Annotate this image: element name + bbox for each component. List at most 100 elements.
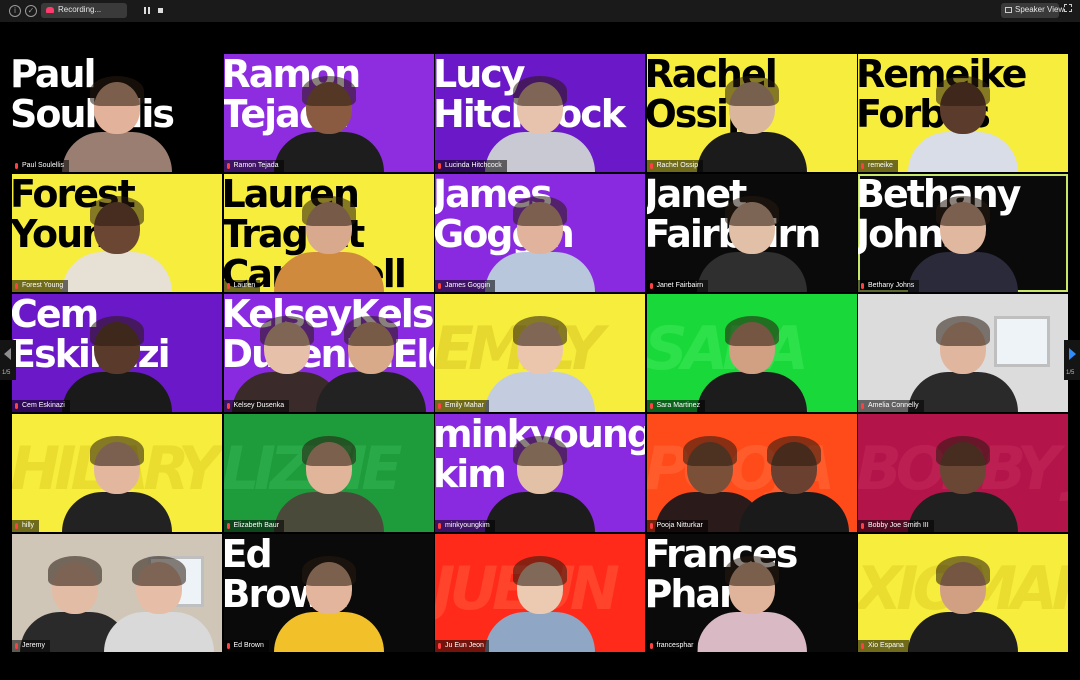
participant-name-label: Cem Eskinazi [12,400,70,412]
participant-name-label: Bethany Johns [858,280,920,292]
recording-indicator: Recording... [41,3,163,18]
participant-tile[interactable]: Rachel Ossip Rachel Ossip [646,54,857,172]
participant-tile[interactable]: minkyoung kim minkyoungkim [435,414,645,532]
participant-tile[interactable]: Jeremy [12,534,222,652]
muted-mic-icon [649,283,653,289]
muted-mic-icon [649,523,653,529]
participant-tile[interactable]: HILARYhilly [12,414,222,532]
muted-mic-icon [649,403,653,409]
participant-name-label: hilly [12,520,40,532]
participant-name-label: Elizabeth Baur [223,520,285,532]
recording-label: Recording... [58,5,102,14]
participant-gallery: Paul Soulellis Paul Soulellis Ramon Tejada… [12,54,1068,654]
speaker-view-label: Speaker View [1015,5,1065,14]
participant-video [738,432,849,532]
participant-tile[interactable]: KelseyKelsey DusenkaElderKelsey Dusenka [223,294,434,412]
participant-name: Bobby Joe Smith III [868,522,929,529]
participant-name: Emily Mahar [445,402,484,409]
participant-tile[interactable]: SARA Sara Martinez [646,294,857,412]
participant-name-label: francesphar [646,640,699,652]
participant-video [273,192,384,292]
participant-tile[interactable]: Forest Young Forest Young [12,174,222,292]
shield-icon[interactable]: ✓ [25,5,37,17]
participant-tile[interactable]: Lauren Tragott CampbellLauren [223,174,434,292]
participant-video [62,432,172,532]
muted-mic-icon [15,403,18,409]
participant-name-label: Forest Young [12,280,69,292]
speaker-view-button[interactable]: Speaker View [1001,3,1064,18]
participant-video [273,552,384,652]
participant-video [104,552,214,652]
participant-name-label: Xio Espana [858,640,909,652]
muted-mic-icon [438,163,441,169]
muted-mic-icon [15,163,18,169]
previous-page-button[interactable]: 1/5 [0,340,16,380]
participant-tile[interactable]: EMILYEmily Mahar [435,294,645,412]
participant-video [485,312,595,412]
participant-tile[interactable]: Amelia Connelly [858,294,1068,412]
participant-tile[interactable]: XIOMARAXio Espana [858,534,1068,652]
recording-cloud-icon [46,7,54,13]
participant-name: Forest Young [22,282,64,289]
participant-name-label: Kelsey Dusenka [223,400,290,412]
participant-tile[interactable]: Remeike Forbes remeike [858,54,1068,172]
meeting-toolbar: i ✓ Recording... Speaker View [0,0,1080,22]
participant-tile[interactable]: Cem Eskinazi Cem Eskinazi [12,294,222,412]
participant-name-label: James Goggin [435,280,496,292]
participant-tile[interactable]: Paul Soulellis Paul Soulellis [12,54,222,172]
chevron-right-icon [1069,348,1076,360]
next-page-button[interactable]: 1/5 [1064,340,1080,380]
participant-tile[interactable]: Janet FairbairnJanet Fairbairn [646,174,857,292]
participant-tile[interactable]: Lucy HitchcockLucinda Hitchcock [435,54,645,172]
participant-tile[interactable]: Ed Brown Ed Brown [223,534,434,652]
participant-name: Janet Fairbairn [656,282,704,289]
participant-name: Sara Martinez [656,402,701,409]
participant-name: Lauren [233,282,256,289]
muted-mic-icon [861,163,864,169]
participant-tile[interactable]: Frances Pharr francesphar [646,534,857,652]
muted-mic-icon [649,163,653,169]
muted-mic-icon [226,163,230,169]
participant-video [62,312,172,412]
participant-tile[interactable]: JUEUNJu Eun Jeon [435,534,645,652]
participant-tile[interactable]: James Goggin James Goggin [435,174,645,292]
participant-name: Bethany Johns [868,282,915,289]
participant-video [273,72,384,172]
participant-video [62,72,172,172]
participant-video [908,192,1018,292]
participant-name-label: Amelia Connelly [858,400,924,412]
stop-icon[interactable] [158,8,163,13]
muted-mic-icon [15,523,18,529]
participant-video [908,72,1018,172]
participant-name: Ju Eun Jeon [445,642,484,649]
participant-tile[interactable]: POOJA Pooja Nitturkar [646,414,857,532]
participant-tile[interactable]: Ramon Tejada Ramon Tejada [223,54,434,172]
muted-mic-icon [226,523,230,529]
participant-name: Amelia Connelly [868,402,919,409]
participant-name: Kelsey Dusenka [233,402,285,409]
participant-name: James Goggin [445,282,491,289]
participant-video [62,192,172,292]
fullscreen-icon[interactable] [1064,4,1072,12]
participant-tile[interactable]: Bethany Johns Bethany Johns [858,174,1068,292]
participant-name-label: Lucinda Hitchcock [435,160,507,172]
participant-name: Ed Brown [233,642,264,649]
participant-video [908,312,1018,412]
participant-tile[interactable]: LIZZIEElizabeth Baur [223,414,434,532]
muted-mic-icon [861,523,864,529]
muted-mic-icon [15,283,18,289]
participant-name: Elizabeth Baur [233,522,280,529]
participant-tile[interactable]: BOBBY JOEBobby Joe Smith III [858,414,1068,532]
participant-video [315,312,426,412]
info-icon[interactable]: i [9,5,21,17]
participant-name: francesphar [656,642,694,649]
pause-icon[interactable] [144,7,150,14]
participant-name-label: remeike [858,160,898,172]
participant-name-label: Janet Fairbairn [646,280,709,292]
participant-name: Ramon Tejada [233,162,279,169]
participant-video [696,552,807,652]
participant-video [273,432,384,532]
muted-mic-icon [649,643,653,649]
participant-name-label: Pooja Nitturkar [646,520,708,532]
muted-mic-icon [15,643,18,649]
